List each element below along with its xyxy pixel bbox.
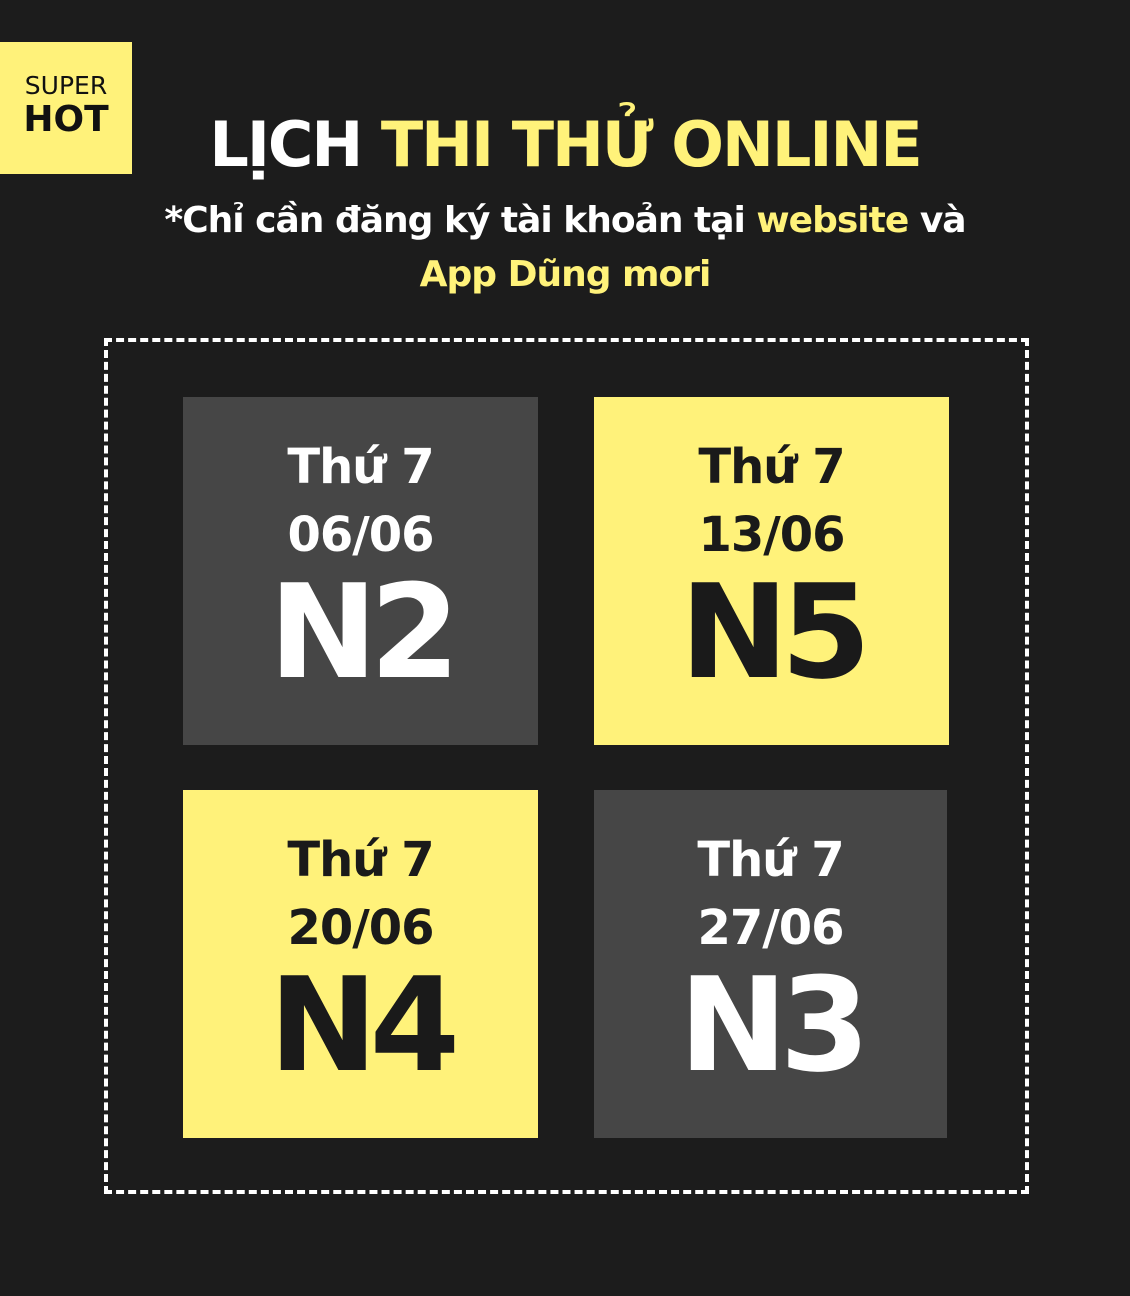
card-day: Thứ 7: [287, 439, 434, 495]
exam-card-n3: Thứ 7 27/06 N3: [594, 790, 947, 1138]
card-level: N4: [268, 949, 460, 1101]
app-highlight: App Dũng mori: [419, 254, 712, 295]
title-part2: THI THỬ ONLINE: [380, 108, 923, 181]
subtitle: *Chỉ cần đăng ký tài khoản tại website v…: [0, 194, 1130, 302]
subtitle-text1: *Chỉ cần đăng ký tài khoản tại: [164, 200, 745, 241]
card-day: Thứ 7: [697, 832, 844, 888]
card-level: N3: [678, 949, 870, 1101]
card-day: Thứ 7: [287, 832, 434, 888]
title-part1: LỊCH: [209, 108, 363, 181]
page-title: LỊCH THI THỬ ONLINE: [0, 108, 1130, 181]
exam-card-n5: Thứ 7 13/06 N5: [594, 397, 949, 745]
card-level: N2: [268, 556, 460, 708]
card-level: N5: [679, 556, 871, 708]
website-highlight: website: [756, 200, 909, 241]
card-day: Thứ 7: [698, 439, 845, 495]
badge-top: SUPER: [24, 71, 108, 100]
exam-card-n2: Thứ 7 06/06 N2: [183, 397, 538, 745]
subtitle-text2: và: [919, 200, 967, 241]
exam-card-n4: Thứ 7 20/06 N4: [183, 790, 538, 1138]
